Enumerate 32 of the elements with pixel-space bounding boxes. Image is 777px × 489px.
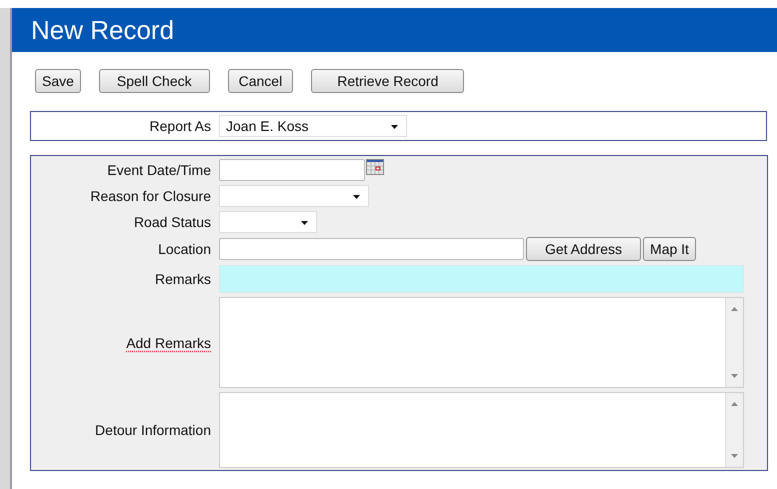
page-title: New Record [31, 14, 174, 46]
field-label: Add Remarks [125, 334, 212, 350]
dropdown[interactable] [219, 185, 369, 207]
scroll-down-icon[interactable] [731, 454, 738, 458]
field-label: Report As [148, 118, 212, 134]
text-area[interactable] [219, 392, 744, 468]
date-time-field[interactable] [219, 159, 365, 181]
text-area[interactable] [219, 297, 744, 388]
location-button[interactable]: Get Address [526, 237, 642, 261]
field-label: Detour Information [94, 422, 212, 438]
scroll-down-icon[interactable] [731, 374, 738, 378]
field-label: Reason for Closure [89, 188, 212, 204]
report-as-select[interactable]: Joan E. Koss [219, 115, 407, 137]
toolbar-button[interactable]: Retrieve Record [311, 69, 464, 93]
caret-icon [353, 195, 360, 199]
toolbar-button[interactable]: Save [35, 69, 81, 93]
toolbar-button[interactable]: Spell Check [98, 69, 210, 93]
caret-icon [391, 125, 398, 129]
toolbar-button[interactable]: Cancel [228, 69, 294, 93]
field-label: Road Status [132, 214, 212, 230]
field-label: Location [157, 241, 212, 257]
field-label: Remarks [154, 271, 212, 287]
scrollbar[interactable] [725, 298, 743, 387]
scroll-up-icon[interactable] [731, 307, 738, 311]
caret-icon [301, 221, 308, 225]
location-button[interactable]: Map It [643, 237, 696, 261]
dropdown[interactable] [219, 211, 317, 233]
calendar-icon[interactable] [366, 159, 384, 175]
scrollbar[interactable] [725, 393, 743, 467]
scroll-up-icon[interactable] [731, 402, 738, 406]
location-field[interactable] [219, 238, 524, 260]
field-label: Event Date/Time [106, 162, 212, 178]
